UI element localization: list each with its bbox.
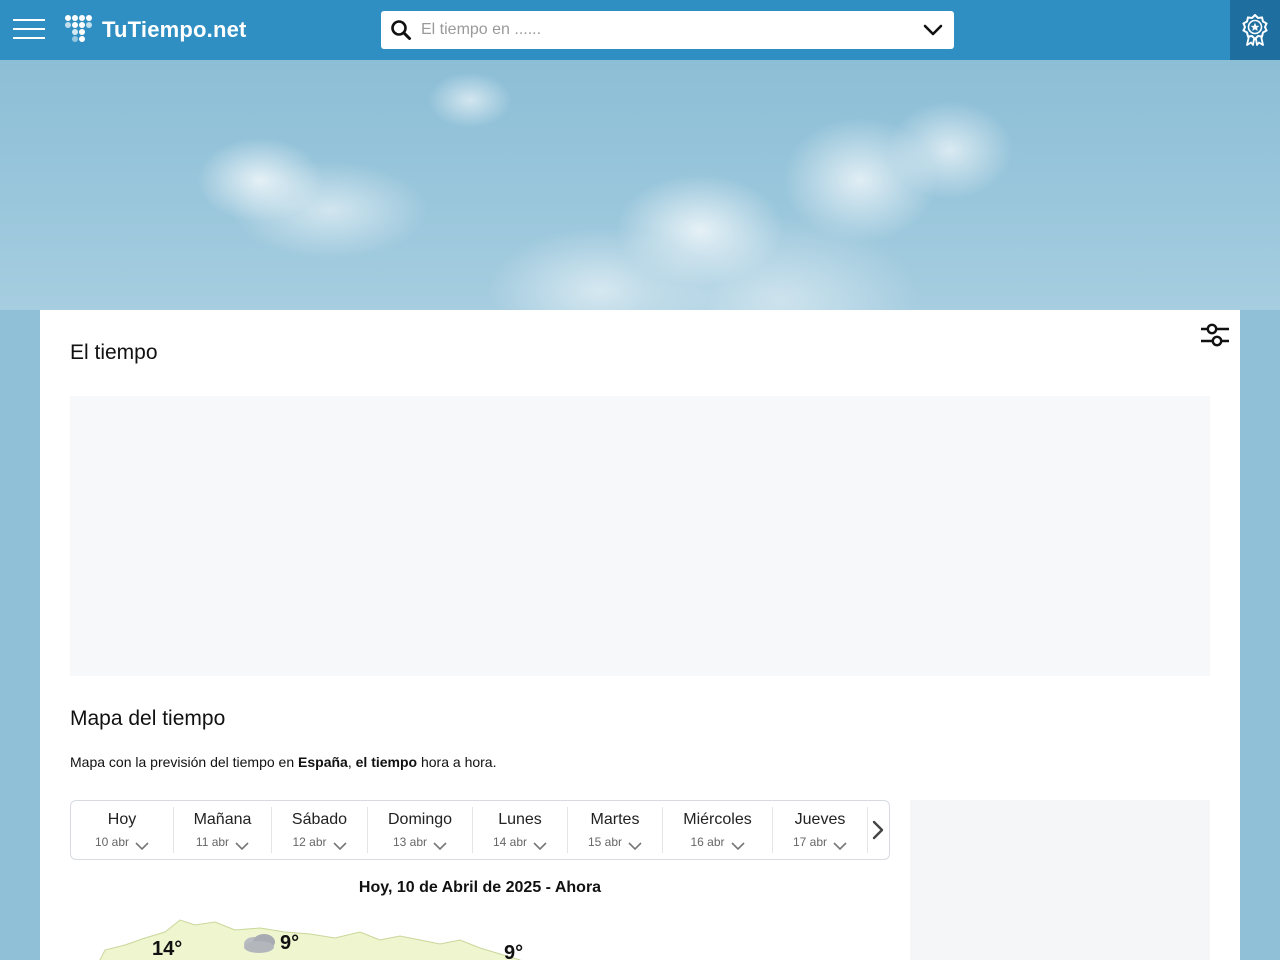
day-date-label: 14 abr xyxy=(492,835,528,849)
day-date: 14 abr xyxy=(473,835,567,850)
logo-dots-icon xyxy=(65,15,92,42)
map-description: Mapa con la previsión del tiempo en Espa… xyxy=(70,754,496,770)
award-ribbon-icon xyxy=(1242,14,1268,46)
search-icon[interactable] xyxy=(390,19,412,41)
tab-day[interactable]: Miércoles 16 abr xyxy=(663,801,772,859)
day-name: Hoy xyxy=(107,811,137,828)
desc-text-end: hora a hora. xyxy=(417,754,497,770)
day-tabs: Hoy 10 abr Mañana 11 abr Sábado 12 abr D… xyxy=(70,800,890,860)
tab-day[interactable]: Martes 15 abr xyxy=(568,801,662,859)
day-date-label: 13 abr xyxy=(392,835,428,849)
days-next-button[interactable] xyxy=(867,801,889,859)
day-date: 16 abr xyxy=(663,835,772,850)
day-name: Martes xyxy=(590,811,640,828)
side-ad-placeholder xyxy=(910,800,1210,960)
day-date-label: 11 abr xyxy=(195,835,230,849)
desc-link-el-tiempo: el tiempo xyxy=(355,754,418,770)
moon-icon xyxy=(428,944,444,960)
search-box xyxy=(381,11,954,49)
day-date: 10 abr xyxy=(71,835,173,850)
day-date-label: 17 abr xyxy=(792,835,828,849)
day-name: Jueves xyxy=(794,811,846,828)
moon-icon xyxy=(474,944,490,960)
day-date-label: 16 abr xyxy=(690,835,725,849)
day-date-label: 15 abr xyxy=(587,835,623,849)
search-input[interactable] xyxy=(419,11,909,49)
page-title: El tiempo xyxy=(70,341,158,364)
hero-sky-image xyxy=(0,60,1280,310)
chevron-right-icon xyxy=(872,820,884,840)
award-button[interactable] xyxy=(1230,0,1280,60)
day-date: 13 abr xyxy=(368,835,472,850)
chevron-down-icon xyxy=(533,839,547,850)
chevron-down-icon xyxy=(730,839,745,850)
top-bar: TuTiempo.net xyxy=(0,0,1280,60)
map-temp: 9° xyxy=(280,932,300,954)
chevron-down-icon xyxy=(135,839,149,850)
map-temp: 14° xyxy=(152,938,183,960)
logo-text: TuTiempo.net xyxy=(102,17,247,42)
tab-day[interactable]: Lunes 14 abr xyxy=(473,801,567,859)
day-name: Mañana xyxy=(193,811,252,828)
ad-placeholder xyxy=(70,396,1210,676)
day-name: Domingo xyxy=(387,811,453,828)
map-heading: Mapa del tiempo xyxy=(70,707,226,730)
desc-country: España xyxy=(298,754,348,770)
desc-text: Mapa con la previsión del tiempo en xyxy=(70,754,299,770)
settings-sliders-icon[interactable] xyxy=(1200,322,1230,348)
weather-map[interactable]: 14° 9° 9° xyxy=(70,910,890,960)
moon-icon xyxy=(124,938,140,960)
day-date: 15 abr xyxy=(568,835,662,850)
moon-icon xyxy=(356,944,372,960)
site-logo[interactable]: TuTiempo.net xyxy=(64,13,247,47)
tab-day[interactable]: Hoy 10 abr xyxy=(71,801,173,859)
day-date-label: 10 abr xyxy=(94,835,130,849)
tab-day[interactable]: Jueves 17 abr xyxy=(773,801,867,859)
map-date-title: Hoy, 10 de Abril de 2025 - Ahora xyxy=(358,879,602,896)
chevron-down-icon[interactable] xyxy=(922,22,944,38)
tab-day[interactable]: Mañana 11 abr xyxy=(174,801,271,859)
chevron-down-icon xyxy=(235,839,249,850)
chevron-down-icon xyxy=(628,839,642,850)
day-date-label: 12 abr xyxy=(292,835,327,849)
content-card: El tiempo Mapa del tiempo Mapa con la pr… xyxy=(40,310,1240,960)
day-name: Miércoles xyxy=(683,811,752,828)
tab-day[interactable]: Sábado 12 abr xyxy=(272,801,367,859)
chevron-down-icon xyxy=(833,839,847,850)
menu-icon[interactable] xyxy=(13,19,45,39)
day-date: 11 abr xyxy=(174,835,271,850)
cloud-icon xyxy=(244,934,275,953)
day-date: 17 abr xyxy=(773,835,867,850)
map-temp: 9° xyxy=(504,942,524,960)
day-name: Sábado xyxy=(291,811,348,828)
tab-day[interactable]: Domingo 13 abr xyxy=(368,801,472,859)
day-date: 12 abr xyxy=(272,835,367,850)
chevron-down-icon xyxy=(332,839,347,850)
day-name: Lunes xyxy=(498,811,542,828)
desc-sep: , xyxy=(347,754,356,770)
chevron-down-icon xyxy=(433,839,447,850)
